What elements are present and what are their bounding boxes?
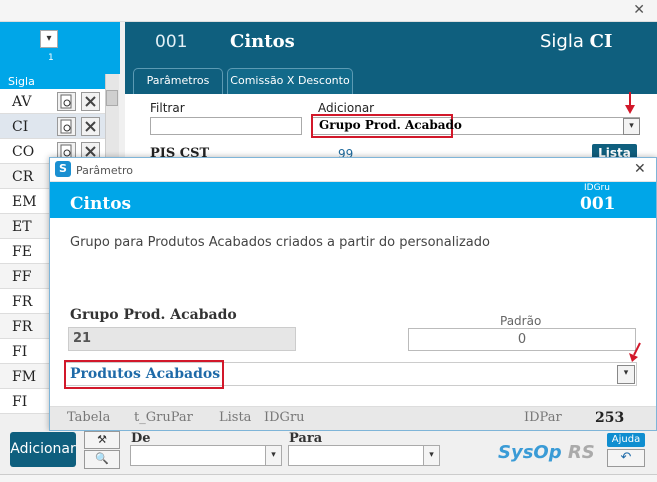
search-doc-icon[interactable] (57, 117, 76, 136)
chevron-down-icon: ▾ (429, 450, 434, 460)
value-select-text: Produtos Acabados (70, 366, 221, 382)
window-topbar (0, 0, 657, 22)
adicionar-value: Grupo Prod. Acabado (319, 118, 462, 132)
record-code: 001 (155, 32, 188, 52)
filtrar-label: Filtrar (150, 101, 185, 115)
undo-button[interactable]: ↶ (607, 449, 645, 467)
red-arrow-head-icon (625, 105, 635, 114)
footer-idpar-label: IDPar (524, 410, 562, 425)
left-header (0, 22, 120, 74)
param-label: Grupo Prod. Acabado (70, 307, 237, 323)
brand-suffix: RS (567, 442, 595, 463)
record-title: Cintos (230, 31, 295, 52)
search-doc-icon: 🔍 (95, 452, 109, 465)
sigla-code: CI (12, 119, 29, 135)
left-scrollbar-thumb[interactable] (106, 90, 118, 106)
left-dropdown-button[interactable]: ▾ (40, 30, 58, 48)
red-arrow-icon (629, 92, 631, 106)
tools-button[interactable]: ⚒ (84, 431, 120, 449)
chevron-down-icon: ▾ (271, 450, 276, 460)
sigla-code: FF (12, 269, 32, 285)
cut-off-row (0, 474, 657, 482)
brand-name: SysOp (498, 442, 562, 463)
footer-idpar-value: 253 (595, 410, 625, 426)
sigla-code: FR (12, 319, 33, 335)
sigla-code: FM (12, 369, 37, 385)
footer-tabela-label: Tabela (67, 410, 111, 425)
undo-icon: ↶ (620, 450, 632, 465)
chevron-down-icon: ▾ (623, 368, 629, 378)
record-sigla: Sigla CI (540, 31, 612, 52)
window-close-icon[interactable]: ✕ (633, 2, 645, 18)
dialog-description: Grupo para Produtos Acabados criados a p… (70, 235, 490, 250)
sigla-row[interactable]: CI (0, 114, 105, 139)
sigla-code: CR (12, 169, 34, 185)
de-select[interactable] (130, 445, 282, 466)
tools-icon: ⚒ (97, 433, 107, 446)
app-logo-icon: S (55, 161, 71, 177)
sigla-label: Sigla (540, 31, 584, 52)
adicionar-button[interactable]: Adicionar (10, 432, 76, 467)
para-dropdown-button[interactable]: ▾ (423, 446, 439, 465)
footer-lista-label: Lista (219, 410, 252, 425)
tab-comissao-desconto[interactable]: Comissão X Desconto (227, 68, 353, 94)
dialog-id-label: IDGru (584, 183, 610, 193)
sigla-value: CI (589, 31, 613, 52)
delete-icon[interactable] (81, 117, 100, 136)
dialog-title: Cintos (70, 194, 132, 214)
sigla-code: FI (12, 344, 28, 360)
filtrar-input[interactable] (150, 117, 302, 135)
sigla-code: FE (12, 244, 32, 260)
footer-lista-value: IDGru (264, 410, 305, 425)
adicionar-dropdown-button[interactable]: ▾ (623, 118, 640, 135)
footer-tabela-value: t_GruPar (134, 410, 193, 425)
chevron-down-icon: ▾ (46, 33, 52, 44)
tab-parametros[interactable]: Parâmetros (133, 68, 223, 94)
padrao-label: Padrão (500, 314, 542, 328)
chevron-down-icon: ▾ (629, 121, 634, 131)
dialog-id-value: 001 (580, 194, 616, 214)
padrao-input[interactable]: 0 (408, 328, 636, 351)
param-value-field: 21 (68, 327, 296, 351)
dialog-header (50, 182, 656, 218)
sigla-row[interactable]: AV (0, 89, 105, 114)
value-select-dropdown-button[interactable]: ▾ (617, 365, 635, 384)
sigla-code: CO (12, 144, 35, 160)
dialog-close-icon[interactable]: ✕ (634, 161, 646, 177)
sigla-code: EM (12, 194, 37, 210)
left-dropdown-number: 1 (48, 53, 54, 63)
search-doc-icon[interactable] (57, 92, 76, 111)
sigla-code: AV (12, 94, 32, 110)
adicionar-label: Adicionar (318, 101, 375, 115)
sigla-code: ET (12, 219, 32, 235)
preview-button[interactable]: 🔍 (84, 450, 120, 469)
brand-logo: SysOp RS (498, 442, 595, 463)
de-label: De (131, 431, 151, 446)
para-select[interactable] (288, 445, 440, 466)
dialog-window-title: Parâmetro (76, 164, 133, 177)
red-arrow-icon (629, 342, 641, 362)
ajuda-button[interactable]: Ajuda (607, 433, 645, 447)
delete-icon[interactable] (81, 92, 100, 111)
de-dropdown-button[interactable]: ▾ (265, 446, 281, 465)
sigla-code: FI (12, 394, 28, 410)
sigla-code: FR (12, 294, 33, 310)
sigla-column-header: Sigla (0, 74, 105, 89)
dialog-titlebar (50, 158, 656, 182)
para-label: Para (289, 431, 323, 446)
